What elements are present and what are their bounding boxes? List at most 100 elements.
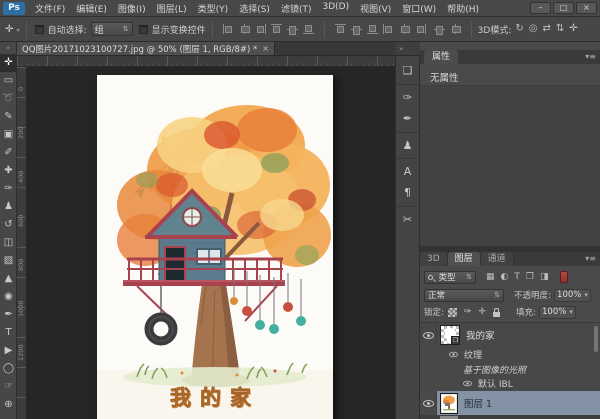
gradient-tool[interactable]: ▨ <box>0 252 17 270</box>
3d-rotate-icon[interactable]: ↻ <box>515 23 523 35</box>
maximize-button[interactable]: □ <box>553 2 574 14</box>
eyedropper-tool[interactable]: ✐ <box>0 144 17 162</box>
menu-item[interactable]: 类型(Y) <box>198 2 229 15</box>
dock-expand-chevron[interactable]: » <box>399 45 403 53</box>
history-panel-icon[interactable]: ❏ <box>396 58 419 82</box>
distribute-vertical-spacing-icon[interactable] <box>434 24 445 34</box>
timeline-panel-icon[interactable]: ✂ <box>396 206 419 230</box>
layer-effect-texture[interactable]: 纹理 <box>420 347 600 362</box>
align-horizontal-centers-icon[interactable] <box>239 24 250 34</box>
3d-scale-icon[interactable]: ✛ <box>569 23 577 35</box>
move-tool[interactable]: ✛ <box>0 54 17 72</box>
filter-type-layers-icon[interactable]: T <box>514 272 520 282</box>
crop-tool[interactable]: ▣ <box>0 126 17 144</box>
auto-select-checkbox[interactable] <box>35 25 44 34</box>
eraser-tool[interactable]: ◫ <box>0 234 17 252</box>
tab-channels[interactable]: 通道 <box>481 252 514 266</box>
panel-menu-icon[interactable]: ▾≡ <box>585 52 596 61</box>
distribute-horizontal-centers-icon[interactable] <box>399 24 410 34</box>
align-vertical-centers-icon[interactable] <box>287 24 298 34</box>
tool-preset-picker[interactable]: ✛ ▾ <box>5 24 20 35</box>
close-tab-icon[interactable]: × <box>262 44 269 53</box>
layer-thumbnail[interactable]: ❒ <box>440 325 460 345</box>
history-brush-tool[interactable]: ↺ <box>0 216 17 234</box>
menu-item[interactable]: 滤镜(T) <box>281 2 312 15</box>
opacity-value[interactable]: 100% ▾ <box>554 289 591 302</box>
filter-adjustment-layers-icon[interactable]: ◐ <box>501 272 509 282</box>
menu-item[interactable]: 图层(L) <box>157 2 187 15</box>
panel-menu-icon[interactable]: ▾≡ <box>585 252 600 266</box>
document-tab[interactable]: QQ图片20171023100727.jpg @ 50% (图层 1, RGB/… <box>17 42 275 55</box>
paragraph-panel-icon[interactable]: ¶ <box>396 182 419 204</box>
align-top-edges-icon[interactable] <box>271 24 282 34</box>
tab-properties[interactable]: 属性 <box>424 50 458 64</box>
align-bottom-edges-icon[interactable] <box>303 24 314 34</box>
filter-shape-layers-icon[interactable]: ❐ <box>526 272 534 282</box>
marquee-tool[interactable]: ▭ <box>0 72 17 90</box>
3d-slide-icon[interactable]: ⇅ <box>556 23 564 35</box>
filter-pixel-layers-icon[interactable]: ▦ <box>486 272 495 282</box>
lock-position-icon[interactable]: ✛ <box>478 307 486 317</box>
visibility-eye-icon[interactable] <box>423 332 434 339</box>
menu-item[interactable]: 视图(V) <box>360 2 391 15</box>
menu-item[interactable]: 选择(S) <box>239 2 270 15</box>
brush-tool[interactable]: ✑ <box>0 180 17 198</box>
blend-mode-dropdown[interactable]: 正常 ⇅ <box>424 289 504 302</box>
align-left-edges-icon[interactable] <box>223 24 234 34</box>
pen-tool[interactable]: ✒ <box>0 306 17 324</box>
layer-thumbnail[interactable] <box>440 393 458 414</box>
healing-brush-tool[interactable]: ✚ <box>0 162 17 180</box>
vertical-ruler[interactable]: 020040060080010001200 <box>17 67 27 419</box>
lock-transparency-icon[interactable] <box>448 308 457 317</box>
lasso-tool[interactable]: ➰ <box>0 90 17 108</box>
hand-tool[interactable]: ☞ <box>0 378 17 396</box>
path-selection-tool[interactable]: ▶ <box>0 342 17 360</box>
distribute-top-edges-icon[interactable] <box>335 24 346 34</box>
auto-select-dropdown[interactable]: 组 ⇅ <box>91 22 133 36</box>
distribute-horizontal-spacing-icon[interactable] <box>450 24 461 34</box>
canvas-document[interactable]: 我的家 我的家 <box>97 75 333 419</box>
character-panel-icon[interactable]: A <box>396 158 419 182</box>
tools-collapse-chevron[interactable]: » <box>0 42 16 54</box>
canvas-pasteboard[interactable]: 我的家 我的家 <box>27 67 395 419</box>
show-transform-checkbox[interactable] <box>139 25 148 34</box>
lock-all-icon[interactable] <box>493 312 500 317</box>
3d-drag-icon[interactable]: ⇄ <box>542 23 550 35</box>
minimize-button[interactable]: – <box>530 2 551 14</box>
menu-item[interactable]: 图像(I) <box>118 2 146 15</box>
close-button[interactable]: × <box>576 2 597 14</box>
visibility-eye-icon[interactable] <box>449 352 458 358</box>
menu-item[interactable]: 3D(D) <box>322 2 349 15</box>
distribute-right-edges-icon[interactable] <box>415 24 426 34</box>
filter-toggle-switch[interactable] <box>560 271 568 283</box>
horizontal-ruler[interactable]: 4002000200400600800100012001400160018002… <box>17 56 395 67</box>
quick-selection-tool[interactable]: ✎ <box>0 108 17 126</box>
brush-panel-icon[interactable]: ✑ <box>396 84 419 108</box>
fill-value[interactable]: 100% ▾ <box>539 306 576 319</box>
layer-name[interactable]: 图层 1 <box>464 396 492 410</box>
blur-tool[interactable]: ▲ <box>0 270 17 288</box>
menu-item[interactable]: 文件(F) <box>35 2 65 15</box>
lock-pixels-icon[interactable]: ✑ <box>464 307 472 317</box>
distribute-bottom-edges-icon[interactable] <box>367 24 378 34</box>
tab-layers[interactable]: 图层 <box>448 252 481 266</box>
clone-stamp-tool[interactable]: ♟ <box>0 198 17 216</box>
layer-effect-ibl-default[interactable]: 默认 IBL <box>420 376 600 390</box>
menu-item[interactable]: 编辑(E) <box>76 2 107 15</box>
menu-item[interactable]: 窗口(W) <box>402 2 436 15</box>
filter-smart-objects-icon[interactable]: ◨ <box>540 272 549 282</box>
dodge-tool[interactable]: ◉ <box>0 288 17 306</box>
zoom-tool[interactable]: ⊕ <box>0 396 17 414</box>
layers-scrollbar[interactable] <box>594 326 598 352</box>
layer-row-image-selected[interactable]: 图层 1 <box>420 391 600 415</box>
shape-tool[interactable]: ◯ <box>0 360 17 378</box>
layer-filter-dropdown[interactable]: 类型 ⇅ <box>424 271 476 284</box>
clone-source-panel-icon[interactable]: ♟ <box>396 132 419 156</box>
brush-settings-panel-icon[interactable]: ✒ <box>396 108 419 130</box>
3d-roll-icon[interactable]: ◎ <box>529 23 538 35</box>
layer-name[interactable]: 我的家 <box>466 328 495 342</box>
distribute-vertical-centers-icon[interactable] <box>351 24 362 34</box>
tab-3d[interactable]: 3D <box>420 252 448 266</box>
align-right-edges-icon[interactable] <box>255 24 266 34</box>
menu-item[interactable]: 帮助(H) <box>447 2 479 15</box>
